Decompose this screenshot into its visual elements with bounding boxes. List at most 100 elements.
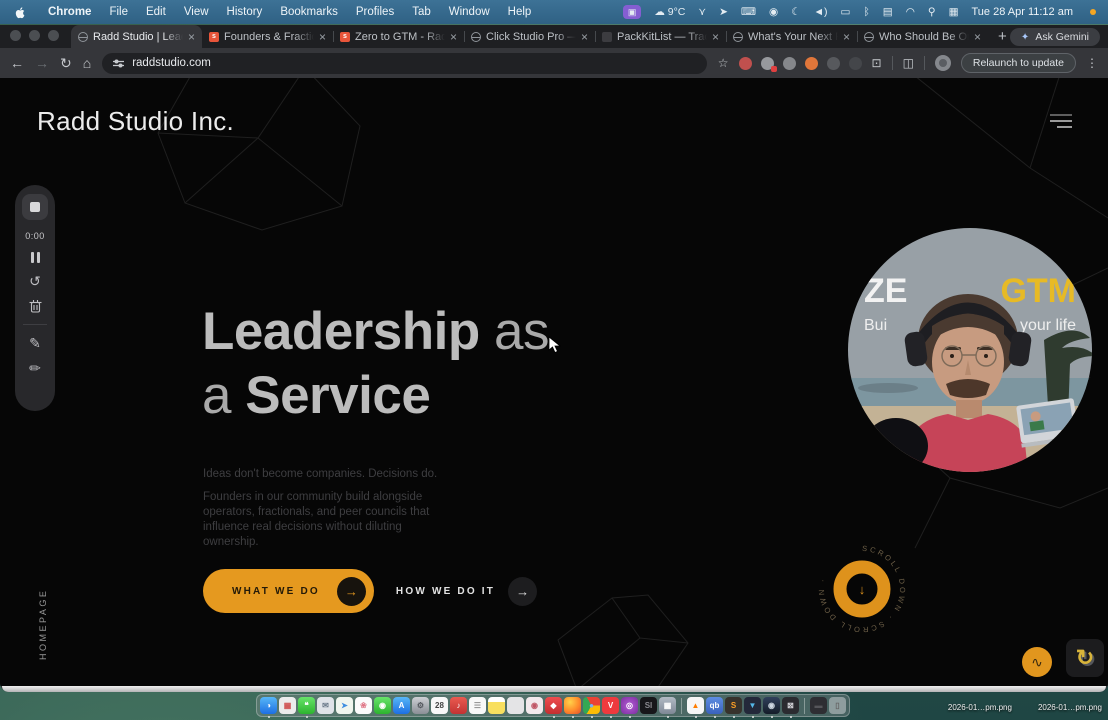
screen-share-indicator-icon[interactable]: ▣ — [622, 5, 642, 19]
reload-icon[interactable]: ↻ — [60, 56, 72, 70]
apple-menu-icon[interactable] — [14, 6, 27, 19]
bookmark-star-icon[interactable]: ☆ — [718, 56, 729, 70]
zoom-window-button[interactable] — [48, 30, 59, 41]
dock-messages[interactable]: ❝ — [298, 697, 315, 714]
relaunch-to-update-button[interactable]: Relaunch to update — [960, 53, 1076, 73]
minimize-window-button[interactable] — [29, 30, 40, 41]
extension-orange[interactable] — [804, 56, 818, 70]
dock-steam[interactable]: ◉ — [763, 697, 780, 714]
dock-app-light[interactable] — [507, 697, 524, 714]
laser-pointer-icon[interactable]: ✏ — [29, 361, 41, 375]
profile-avatar[interactable] — [934, 55, 951, 71]
extension-gray[interactable] — [782, 56, 796, 70]
tab-close-icon[interactable]: × — [319, 30, 326, 44]
dock-minimized-window[interactable]: ▬ — [810, 697, 827, 714]
home-icon[interactable]: ⌂ — [83, 56, 91, 70]
dock-app-store[interactable]: A — [393, 697, 410, 714]
forward-icon[interactable]: → — [35, 56, 49, 70]
amphetamine-cocktail-icon[interactable]: ⋎ — [698, 6, 706, 18]
dock-finder[interactable]: ◑ — [260, 697, 277, 714]
tab-close-icon[interactable]: × — [712, 30, 719, 44]
tab-4[interactable]: Click Studio Pro — Cust × — [464, 25, 595, 48]
how-we-do-it-button[interactable]: HOW WE DO IT → — [396, 576, 538, 606]
webcam-bubble[interactable]: ZE GTM Bui your life — [848, 228, 1092, 472]
dock-mail[interactable]: ✉ — [317, 697, 334, 714]
menu-window[interactable]: Window — [449, 6, 490, 18]
tab-1[interactable]: Radd Studio | Leadership × — [71, 25, 202, 48]
extension-dark[interactable] — [826, 56, 840, 70]
dock-facetime[interactable]: ◉ — [374, 697, 391, 714]
tab-close-icon[interactable]: × — [581, 30, 588, 44]
dock-maps[interactable]: ➤ — [336, 697, 353, 714]
volume-icon[interactable]: ◄) — [814, 6, 828, 18]
menu-help[interactable]: Help — [508, 6, 532, 18]
dock-reminders[interactable]: ☰ — [469, 697, 486, 714]
weather-icon[interactable]: ☁ 9°C — [654, 6, 685, 18]
dock-firefox[interactable] — [564, 697, 581, 714]
battery-icon[interactable]: ▤ — [883, 6, 893, 18]
stop-recording-button[interactable] — [22, 194, 48, 220]
extension-dim[interactable] — [848, 56, 862, 70]
tab-close-icon[interactable]: × — [450, 30, 457, 44]
dock-app-purple[interactable]: ◎ — [621, 697, 638, 714]
dock-photos[interactable]: ❀ — [355, 697, 372, 714]
site-logo[interactable]: Radd Studio Inc. — [37, 106, 234, 137]
bluetooth-icon[interactable]: ᛒ — [863, 6, 869, 18]
address-bar[interactable]: raddstudio.com — [102, 52, 707, 74]
new-tab-button[interactable]: + — [998, 28, 1007, 45]
tab-5[interactable]: PackKitList — Track wha × — [595, 25, 726, 48]
control-center-icon[interactable]: ▦ — [949, 6, 959, 18]
site-settings-icon[interactable] — [113, 58, 125, 69]
menu-edit[interactable]: Edit — [146, 6, 166, 18]
dock-vivaldi[interactable]: V — [602, 697, 619, 714]
dock-app-navy[interactable]: ▼ — [744, 697, 761, 714]
kebab-menu-icon[interactable]: ⋮ — [1086, 56, 1098, 70]
dock-trash[interactable]: ▯ — [829, 697, 846, 714]
menu-bar-clock[interactable]: Tue 28 Apr 11:12 am — [971, 6, 1073, 18]
hamburger-menu-icon[interactable] — [1050, 114, 1072, 128]
tab-7[interactable]: Who Should Be On The × — [857, 25, 988, 48]
dock-brave[interactable]: ◆ — [545, 697, 562, 714]
ask-gemini-button[interactable]: ✦ Ask Gemini — [1009, 28, 1100, 46]
wifi-icon[interactable]: ◠ — [906, 6, 915, 18]
location-arrow-icon[interactable]: ➤ — [719, 6, 728, 18]
menu-chrome[interactable]: Chrome — [48, 6, 91, 18]
menu-bookmarks[interactable]: Bookmarks — [280, 6, 338, 18]
dock-sublime-text[interactable]: S — [725, 697, 742, 714]
extension-red[interactable] — [738, 56, 752, 70]
dock-app-dark-x[interactable]: ⊠ — [782, 697, 799, 714]
desktop-file-1[interactable]: 2026-01…pm.png — [948, 703, 1012, 712]
back-icon[interactable]: ← — [10, 56, 24, 70]
dock-app-grid[interactable]: ▦ — [279, 697, 296, 714]
dock-notes[interactable] — [488, 697, 505, 714]
tab-close-icon[interactable]: × — [188, 30, 195, 44]
draw-pen-icon[interactable]: ✎ — [29, 336, 41, 350]
dock-app-slate[interactable]: ▦ — [659, 697, 676, 714]
dock-qbittorrent[interactable]: qb — [706, 697, 723, 714]
dock-app-red[interactable]: ♪ — [450, 697, 467, 714]
scroll-down-button[interactable]: ↓ SCROLL DOWN · SCROLL DOWN · — [812, 539, 912, 639]
tab-6[interactable]: What's Your Next Foundi × — [726, 25, 857, 48]
dock-photo-booth[interactable]: ◉ — [526, 697, 543, 714]
what-we-do-button[interactable]: WHAT WE DO → — [203, 569, 374, 613]
menu-file[interactable]: File — [109, 6, 128, 18]
dock-vlc[interactable]: ▲ — [687, 697, 704, 714]
screen-record-icon[interactable]: ◉ — [769, 6, 778, 18]
extension-gray-badged[interactable] — [760, 56, 777, 72]
pause-recording-icon[interactable] — [30, 252, 40, 263]
menu-view[interactable]: View — [184, 6, 209, 18]
chat-widget-button[interactable]: ∿ — [1022, 647, 1052, 677]
restart-recording-icon[interactable]: ↺ — [29, 274, 41, 288]
display-icon[interactable]: ▭ — [841, 6, 851, 18]
close-window-button[interactable] — [10, 30, 21, 41]
desktop-file-2[interactable]: 2026-01…pm.png — [1038, 703, 1102, 712]
tab-close-icon[interactable]: × — [843, 30, 850, 44]
menu-profiles[interactable]: Profiles — [356, 6, 394, 18]
menu-history[interactable]: History — [227, 6, 263, 18]
dock-chrome[interactable]: ● — [583, 697, 600, 714]
delete-recording-icon[interactable] — [29, 299, 42, 313]
tab-2[interactable]: s Founders & Fractionals × — [202, 25, 333, 48]
focus-moon-icon[interactable]: ☾ — [791, 6, 800, 18]
menu-tab[interactable]: Tab — [412, 6, 431, 18]
spotlight-search-icon[interactable]: ⚲ — [928, 6, 936, 18]
